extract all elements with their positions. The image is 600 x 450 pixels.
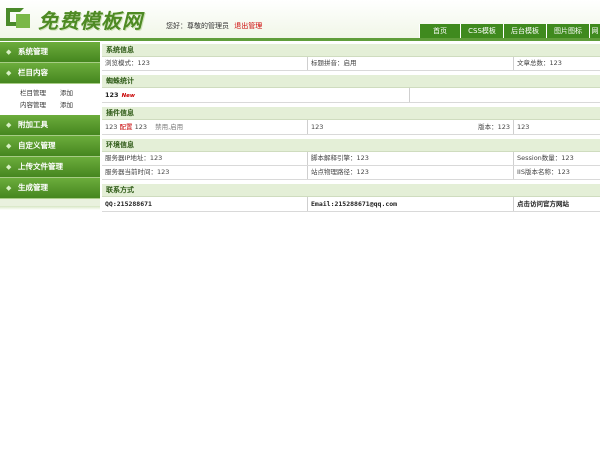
plugin-version: 版本：123 <box>478 123 510 131</box>
section-plugin-title: 插件信息 <box>102 107 600 120</box>
menu-label: 自定义管理 <box>18 141 56 150</box>
plugin-status[interactable]: 禁用,启用 <box>155 123 183 131</box>
submenu-column-add[interactable]: 添加 <box>60 87 73 99</box>
sidebar: ◆ 系统管理 ◆ 栏目内容 栏目管理 添加 内容管理 添加 ◆ 附加工具 ◆ 自… <box>0 42 100 206</box>
welcome-text: 您好：尊敬的管理员 <box>166 22 229 30</box>
section-contact-title: 联系方式 <box>102 184 600 197</box>
table-row: 123 配置 123 禁用,启用 123 版本：123 123 <box>102 120 600 135</box>
main-content: 系统信息 浏览模式：123 标题拼音：启用 文章总数：123 蜘蛛统计 123 N… <box>102 44 600 212</box>
title-pinyin: 标题拼音：启用 <box>308 57 514 70</box>
table-row: 服务器IP地址：123 脚本解释引擎：123 Session数量：123 <box>102 152 600 166</box>
menu-label: 生成管理 <box>18 183 48 192</box>
config-link[interactable]: 配置 <box>120 123 133 131</box>
plugin-last-value: 123 <box>517 123 530 131</box>
menu-arrow-icon: ◆ <box>6 121 12 129</box>
menu-label: 系统管理 <box>18 47 48 56</box>
site-path: 站点物理路径：123 <box>308 166 514 179</box>
plugin-info: 123 配置 123 禁用,启用 <box>102 120 308 134</box>
new-badge: New <box>121 93 135 99</box>
official-site-link[interactable]: 点击访问官方网站 <box>514 197 600 211</box>
nav-admin-templates[interactable]: 后台模板 <box>503 24 546 38</box>
welcome-message: 您好：尊敬的管理员 退出管理 <box>166 21 262 31</box>
header: 免费模板网 您好：尊敬的管理员 退出管理 首页 CSS模板 后台模板 图片图标 … <box>0 0 600 41</box>
menu-system[interactable]: ◆ 系统管理 <box>0 42 100 63</box>
top-nav: 首页 CSS模板 后台模板 图片图标 网 <box>419 24 600 38</box>
menu-label: 栏目内容 <box>18 68 48 77</box>
submenu-row: 内容管理 添加 <box>0 99 100 111</box>
empty-cell <box>410 88 600 102</box>
submenu-content-add[interactable]: 添加 <box>60 99 73 111</box>
plugin-value-2: 123 <box>134 123 147 131</box>
contact-qq: QQ:215288671 <box>102 197 308 211</box>
contact-email: Email:215288671@qq.com <box>308 197 514 211</box>
menu-arrow-icon: ◆ <box>6 69 12 77</box>
menu-column-content[interactable]: ◆ 栏目内容 <box>0 63 100 84</box>
server-ip: 服务器IP地址：123 <box>102 152 308 165</box>
plugin-value: 123 <box>105 123 118 131</box>
session-count: Session数量：123 <box>517 154 574 162</box>
sidebar-shadow <box>0 206 100 210</box>
menu-arrow-icon: ◆ <box>6 48 12 56</box>
submenu-row: 栏目管理 添加 <box>0 87 100 99</box>
script-engine: 脚本解释引擎：123 <box>308 152 514 165</box>
menu-label: 附加工具 <box>18 120 48 129</box>
nav-home[interactable]: 首页 <box>419 24 460 38</box>
header-divider <box>0 38 600 41</box>
nav-more[interactable]: 网 <box>589 24 600 38</box>
table-row: 123 New <box>102 88 600 103</box>
nav-image-icons[interactable]: 图片图标 <box>546 24 589 38</box>
section-stats-title: 蜘蛛统计 <box>102 75 600 88</box>
menu-custom[interactable]: ◆ 自定义管理 <box>0 136 100 157</box>
menu-generate[interactable]: ◆ 生成管理 <box>0 178 100 199</box>
logo-text: 免费模板网 <box>38 8 143 33</box>
iis-version: IIS版本名称：123 <box>517 168 570 176</box>
menu-arrow-icon: ◆ <box>6 163 12 171</box>
nav-css-templates[interactable]: CSS模板 <box>460 24 503 38</box>
submenu-content-manage[interactable]: 内容管理 <box>0 99 60 111</box>
submenu-column-content: 栏目管理 添加 内容管理 添加 <box>0 84 100 115</box>
menu-label: 上传文件管理 <box>18 162 63 171</box>
table-row: QQ:215288671 Email:215288671@qq.com 点击访问… <box>102 197 600 212</box>
section-system-title: 系统信息 <box>102 44 600 57</box>
article-count: 文章总数：123 <box>517 59 562 67</box>
plugin-mid-value: 123 <box>311 123 324 131</box>
section-env-title: 环境信息 <box>102 139 600 152</box>
spider-count: 123 New <box>102 88 410 102</box>
logo: 免费模板网 <box>4 4 143 34</box>
table-row: 服务器当前时间：123 站点物理路径：123 IIS版本名称：123 <box>102 166 600 180</box>
menu-arrow-icon: ◆ <box>6 142 12 150</box>
server-time: 服务器当前时间：123 <box>102 166 308 179</box>
menu-upload[interactable]: ◆ 上传文件管理 <box>0 157 100 178</box>
browse-mode: 浏览模式：123 <box>102 57 308 70</box>
menu-arrow-icon: ◆ <box>6 184 12 192</box>
plugin-version-cell: 123 版本：123 <box>308 120 514 134</box>
submenu-column-manage[interactable]: 栏目管理 <box>0 87 60 99</box>
logo-icon <box>4 6 34 32</box>
table-row: 浏览模式：123 标题拼音：启用 文章总数：123 <box>102 57 600 71</box>
menu-tools[interactable]: ◆ 附加工具 <box>0 115 100 136</box>
spider-count-value: 123 <box>105 91 119 99</box>
logout-link[interactable]: 退出管理 <box>234 22 262 30</box>
